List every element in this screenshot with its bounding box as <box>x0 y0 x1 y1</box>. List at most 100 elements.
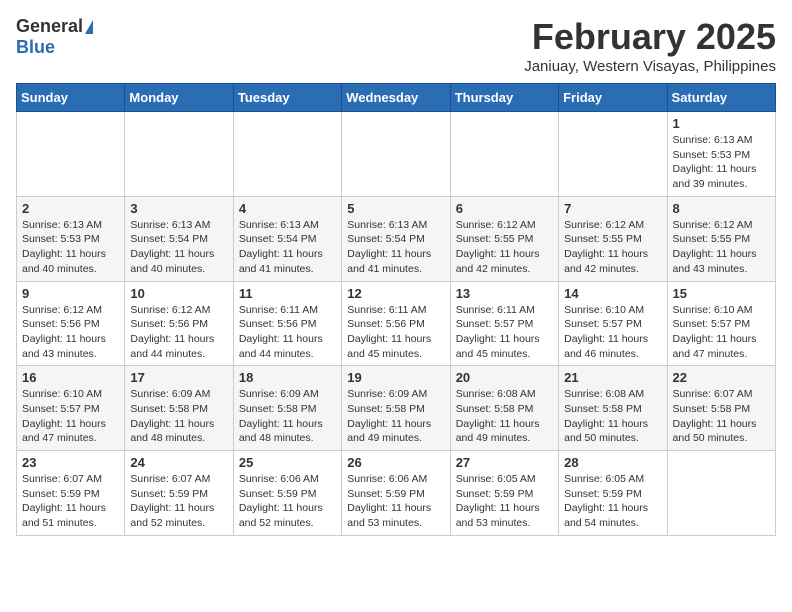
weekday-header-wednesday: Wednesday <box>342 84 450 112</box>
calendar-cell-1-4: 6Sunrise: 6:12 AM Sunset: 5:55 PM Daylig… <box>450 196 558 281</box>
day-info: Sunrise: 6:13 AM Sunset: 5:54 PM Dayligh… <box>239 218 336 277</box>
day-info: Sunrise: 6:09 AM Sunset: 5:58 PM Dayligh… <box>239 387 336 446</box>
day-info: Sunrise: 6:07 AM Sunset: 5:59 PM Dayligh… <box>22 472 119 531</box>
calendar-cell-0-0 <box>17 112 125 197</box>
calendar-cell-2-2: 11 Sunrise: 6:11 AM Sunset: 5:56 PM Dayli… <box>233 281 341 366</box>
day-number: 24 <box>130 455 227 470</box>
location-subtitle: Janiuay, Western Visayas, Philippines <box>524 58 776 75</box>
calendar-cell-3-1: 17Sunrise: 6:09 AM Sunset: 5:58 PM Dayli… <box>125 366 233 451</box>
calendar-cell-3-2: 18 Sunrise: 6:09 AM Sunset: 5:58 PM Dayli… <box>233 366 341 451</box>
day-number: 5 <box>347 201 444 216</box>
calendar-cell-1-6: 8Sunrise: 6:12 AM Sunset: 5:55 PM Daylig… <box>667 196 775 281</box>
day-number: 19 <box>347 370 444 385</box>
day-info: Sunrise: 6:13 AM Sunset: 5:54 PM Dayligh… <box>130 218 227 277</box>
weekday-header-saturday: Saturday <box>667 84 775 112</box>
day-info: Sunrise: 6:07 AM Sunset: 5:58 PM Dayligh… <box>673 387 770 446</box>
calendar-cell-1-3: 5Sunrise: 6:13 AM Sunset: 5:54 PM Daylig… <box>342 196 450 281</box>
day-number: 12 <box>347 286 444 301</box>
day-info: Sunrise: 6:05 AM Sunset: 5:59 PM Dayligh… <box>564 472 661 531</box>
calendar-cell-4-4: 27Sunrise: 6:05 AM Sunset: 5:59 PM Dayli… <box>450 451 558 536</box>
logo-icon <box>85 20 93 34</box>
logo: General Blue <box>16 16 93 58</box>
day-info: Sunrise: 6:09 AM Sunset: 5:58 PM Dayligh… <box>130 387 227 446</box>
calendar-cell-0-5 <box>559 112 667 197</box>
calendar-cell-3-6: 22 Sunrise: 6:07 AM Sunset: 5:58 PM Dayli… <box>667 366 775 451</box>
day-number: 28 <box>564 455 661 470</box>
day-number: 9 <box>22 286 119 301</box>
calendar-cell-0-1 <box>125 112 233 197</box>
day-number: 4 <box>239 201 336 216</box>
day-info: Sunrise: 6:11 AM Sunset: 5:56 PM Dayligh… <box>239 303 336 362</box>
day-number: 10 <box>130 286 227 301</box>
weekday-header-thursday: Thursday <box>450 84 558 112</box>
calendar-cell-2-6: 15Sunrise: 6:10 AM Sunset: 5:57 PM Dayli… <box>667 281 775 366</box>
day-info: Sunrise: 6:10 AM Sunset: 5:57 PM Dayligh… <box>564 303 661 362</box>
day-info: Sunrise: 6:13 AM Sunset: 5:53 PM Dayligh… <box>22 218 119 277</box>
weekday-header-sunday: Sunday <box>17 84 125 112</box>
title-block: February 2025 Janiuay, Western Visayas, … <box>524 16 776 75</box>
day-number: 21 <box>564 370 661 385</box>
day-number: 22 <box>673 370 770 385</box>
calendar-cell-1-2: 4 Sunrise: 6:13 AM Sunset: 5:54 PM Daylig… <box>233 196 341 281</box>
day-info: Sunrise: 6:06 AM Sunset: 5:59 PM Dayligh… <box>347 472 444 531</box>
day-info: Sunrise: 6:13 AM Sunset: 5:53 PM Dayligh… <box>673 133 770 192</box>
day-number: 15 <box>673 286 770 301</box>
calendar-cell-2-3: 12 Sunrise: 6:11 AM Sunset: 5:56 PM Dayli… <box>342 281 450 366</box>
day-number: 27 <box>456 455 553 470</box>
day-number: 26 <box>347 455 444 470</box>
calendar-cell-1-5: 7 Sunrise: 6:12 AM Sunset: 5:55 PM Daylig… <box>559 196 667 281</box>
day-number: 16 <box>22 370 119 385</box>
calendar-cell-4-0: 23Sunrise: 6:07 AM Sunset: 5:59 PM Dayli… <box>17 451 125 536</box>
day-number: 11 <box>239 286 336 301</box>
calendar-cell-4-3: 26 Sunrise: 6:06 AM Sunset: 5:59 PM Dayli… <box>342 451 450 536</box>
day-number: 25 <box>239 455 336 470</box>
calendar-week-1: 2 Sunrise: 6:13 AM Sunset: 5:53 PM Daylig… <box>17 196 776 281</box>
calendar-cell-0-2 <box>233 112 341 197</box>
day-info: Sunrise: 6:11 AM Sunset: 5:57 PM Dayligh… <box>456 303 553 362</box>
calendar-cell-1-1: 3 Sunrise: 6:13 AM Sunset: 5:54 PM Daylig… <box>125 196 233 281</box>
calendar-week-2: 9 Sunrise: 6:12 AM Sunset: 5:56 PM Daylig… <box>17 281 776 366</box>
day-number: 8 <box>673 201 770 216</box>
calendar-cell-0-4 <box>450 112 558 197</box>
calendar-cell-0-6: 1 Sunrise: 6:13 AM Sunset: 5:53 PM Daylig… <box>667 112 775 197</box>
day-number: 3 <box>130 201 227 216</box>
logo-blue: Blue <box>16 37 55 58</box>
day-number: 7 <box>564 201 661 216</box>
day-info: Sunrise: 6:12 AM Sunset: 5:55 PM Dayligh… <box>456 218 553 277</box>
calendar-cell-4-6 <box>667 451 775 536</box>
calendar-cell-3-0: 16Sunrise: 6:10 AM Sunset: 5:57 PM Dayli… <box>17 366 125 451</box>
day-number: 1 <box>673 116 770 131</box>
month-title: February 2025 <box>524 16 776 58</box>
calendar-week-0: 1 Sunrise: 6:13 AM Sunset: 5:53 PM Daylig… <box>17 112 776 197</box>
calendar-cell-2-1: 10 Sunrise: 6:12 AM Sunset: 5:56 PM Dayli… <box>125 281 233 366</box>
weekday-header-row: SundayMondayTuesdayWednesdayThursdayFrid… <box>17 84 776 112</box>
day-info: Sunrise: 6:12 AM Sunset: 5:55 PM Dayligh… <box>564 218 661 277</box>
calendar-cell-3-3: 19 Sunrise: 6:09 AM Sunset: 5:58 PM Dayli… <box>342 366 450 451</box>
day-info: Sunrise: 6:11 AM Sunset: 5:56 PM Dayligh… <box>347 303 444 362</box>
calendar-week-4: 23Sunrise: 6:07 AM Sunset: 5:59 PM Dayli… <box>17 451 776 536</box>
day-info: Sunrise: 6:12 AM Sunset: 5:56 PM Dayligh… <box>130 303 227 362</box>
day-info: Sunrise: 6:06 AM Sunset: 5:59 PM Dayligh… <box>239 472 336 531</box>
day-info: Sunrise: 6:07 AM Sunset: 5:59 PM Dayligh… <box>130 472 227 531</box>
calendar-cell-1-0: 2 Sunrise: 6:13 AM Sunset: 5:53 PM Daylig… <box>17 196 125 281</box>
logo-general: General <box>16 16 83 37</box>
day-number: 2 <box>22 201 119 216</box>
calendar-cell-2-5: 14 Sunrise: 6:10 AM Sunset: 5:57 PM Dayli… <box>559 281 667 366</box>
weekday-header-friday: Friday <box>559 84 667 112</box>
calendar-week-3: 16Sunrise: 6:10 AM Sunset: 5:57 PM Dayli… <box>17 366 776 451</box>
calendar-cell-3-4: 20Sunrise: 6:08 AM Sunset: 5:58 PM Dayli… <box>450 366 558 451</box>
calendar-cell-4-1: 24 Sunrise: 6:07 AM Sunset: 5:59 PM Dayli… <box>125 451 233 536</box>
day-number: 13 <box>456 286 553 301</box>
weekday-header-tuesday: Tuesday <box>233 84 341 112</box>
weekday-header-monday: Monday <box>125 84 233 112</box>
day-number: 14 <box>564 286 661 301</box>
calendar-cell-0-3 <box>342 112 450 197</box>
day-info: Sunrise: 6:08 AM Sunset: 5:58 PM Dayligh… <box>564 387 661 446</box>
day-info: Sunrise: 6:12 AM Sunset: 5:56 PM Dayligh… <box>22 303 119 362</box>
day-number: 18 <box>239 370 336 385</box>
calendar-cell-2-4: 13 Sunrise: 6:11 AM Sunset: 5:57 PM Dayli… <box>450 281 558 366</box>
calendar-table: SundayMondayTuesdayWednesdayThursdayFrid… <box>16 83 776 536</box>
calendar-cell-3-5: 21 Sunrise: 6:08 AM Sunset: 5:58 PM Dayli… <box>559 366 667 451</box>
day-info: Sunrise: 6:08 AM Sunset: 5:58 PM Dayligh… <box>456 387 553 446</box>
day-info: Sunrise: 6:09 AM Sunset: 5:58 PM Dayligh… <box>347 387 444 446</box>
